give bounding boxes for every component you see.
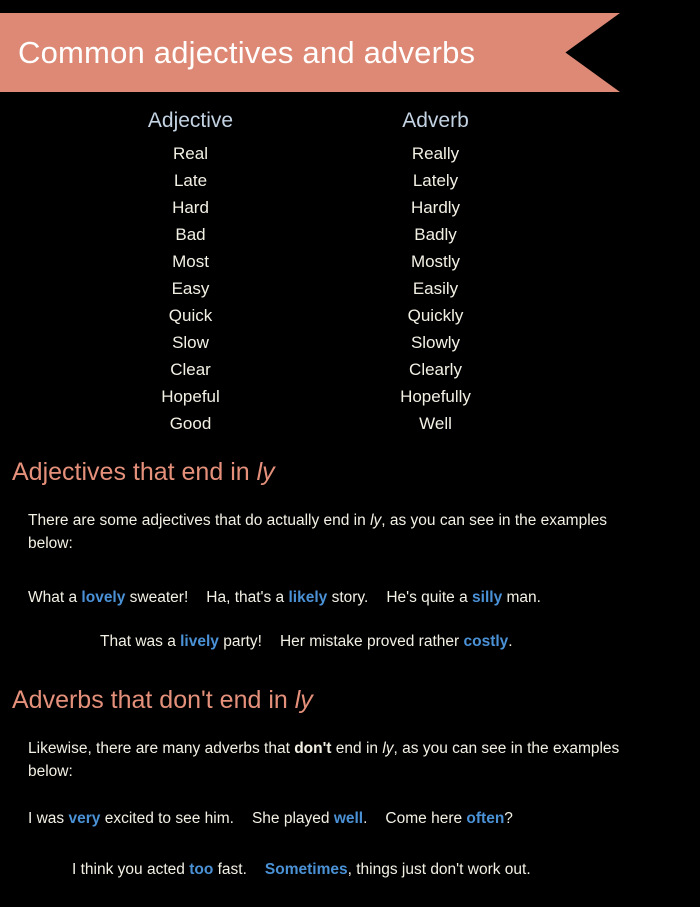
cell-adjective: Easy bbox=[171, 278, 210, 298]
column-header-adverb: Adverb bbox=[402, 109, 469, 132]
cell-adjective: Clear bbox=[170, 359, 211, 379]
example-highlight: very bbox=[68, 810, 101, 827]
para-italic: ly bbox=[370, 512, 382, 529]
cell-adverb: Well bbox=[419, 413, 452, 433]
example-post: . bbox=[363, 810, 368, 827]
table-row: Quick Quickly bbox=[0, 302, 700, 329]
para-part1: Likewise, there are many adverbs that bbox=[28, 740, 295, 757]
paragraph-adverbs: Likewise, there are many adverbs that do… bbox=[28, 737, 628, 783]
cell-adjective: Quick bbox=[168, 305, 213, 325]
example-post: story. bbox=[327, 589, 369, 606]
cell-adjective: Late bbox=[173, 170, 208, 190]
table-row: Real Really bbox=[0, 140, 700, 167]
example-pre: Ha, that's a bbox=[206, 589, 289, 606]
table-row: Easy Easily bbox=[0, 275, 700, 302]
example-highlight: lovely bbox=[81, 589, 126, 606]
example-pre: She played bbox=[251, 810, 334, 827]
heading-text-plain: Adverbs that don't end in bbox=[12, 686, 295, 714]
example-highlight: often bbox=[466, 810, 505, 827]
table-row: Clear Clearly bbox=[0, 356, 700, 383]
table-row: Good Well bbox=[0, 410, 700, 437]
example-pre: I think you acted bbox=[72, 861, 190, 878]
table-row: Hopeful Hopefully bbox=[0, 383, 700, 410]
example-pre: Her mistake proved rather bbox=[279, 633, 464, 650]
table-row: Slow Slowly bbox=[0, 329, 700, 356]
para-part1: There are some adjectives that do actual… bbox=[28, 512, 371, 529]
table-row: Late Lately bbox=[0, 167, 700, 194]
heading-text-plain: Adjectives that end in bbox=[12, 458, 257, 486]
example-post: sweater! bbox=[125, 589, 189, 606]
adjective-adverb-table: Adjective Adverb Real Really Late Lately… bbox=[0, 104, 700, 437]
example-highlight: lively bbox=[180, 633, 219, 650]
table-row: Most Mostly bbox=[0, 248, 700, 275]
ribbon-shape: Common adjectives and adverbs bbox=[0, 13, 620, 92]
cell-adverb: Quickly bbox=[407, 305, 464, 325]
table-header-row: Adjective Adverb bbox=[0, 104, 700, 140]
cell-adjective: Slow bbox=[172, 332, 209, 352]
para-part2: end in bbox=[331, 740, 383, 757]
example-post: man. bbox=[502, 589, 541, 606]
example-line-adverbs-1: I was very excited to see him. She played… bbox=[28, 810, 513, 828]
column-header-adjective: Adjective bbox=[147, 109, 234, 132]
example-highlight: silly bbox=[472, 589, 503, 606]
example-post: , things just don't work out. bbox=[347, 861, 531, 878]
example-post: fast. bbox=[213, 861, 247, 878]
cell-adjective: Hopeful bbox=[161, 386, 220, 406]
cell-adverb: Easily bbox=[412, 278, 459, 298]
example-highlight: costly bbox=[463, 633, 509, 650]
cell-adverb: Hopefully bbox=[400, 386, 471, 406]
cell-adverb: Clearly bbox=[409, 359, 462, 379]
example-highlight: Sometimes bbox=[264, 861, 348, 878]
example-pre: Come here bbox=[385, 810, 467, 827]
cell-adverb: Slowly bbox=[410, 332, 461, 352]
example-line-adjectives-1: What a lovely sweater! Ha, that's a likel… bbox=[28, 589, 541, 607]
cell-adjective: Most bbox=[172, 251, 209, 271]
example-post: excited to see him. bbox=[100, 810, 234, 827]
example-line-adjectives-2: That was a lively party! Her mistake prov… bbox=[100, 633, 513, 651]
paragraph-adjectives: There are some adjectives that do actual… bbox=[28, 509, 628, 555]
example-pre: What a bbox=[28, 589, 82, 606]
example-highlight: too bbox=[189, 861, 214, 878]
example-post: party! bbox=[218, 633, 262, 650]
example-pre: That was a bbox=[100, 633, 181, 650]
cell-adjective: Real bbox=[173, 143, 208, 163]
example-line-adverbs-2: I think you acted too fast. Sometimes, th… bbox=[72, 861, 531, 879]
para-italic: ly bbox=[382, 740, 394, 757]
cell-adverb: Badly bbox=[414, 224, 457, 244]
example-pre: He's quite a bbox=[386, 589, 473, 606]
heading-text-italic: ly bbox=[294, 686, 313, 714]
page-title: Common adjectives and adverbs bbox=[18, 34, 476, 70]
cell-adverb: Mostly bbox=[410, 251, 461, 271]
para-bold: don't bbox=[294, 740, 332, 757]
example-highlight: likely bbox=[288, 589, 328, 606]
cell-adverb: Hardly bbox=[410, 197, 461, 217]
cell-adjective: Bad bbox=[175, 224, 206, 244]
header-ribbon: Common adjectives and adverbs bbox=[0, 13, 620, 92]
heading-text-italic: ly bbox=[256, 458, 275, 486]
table-row: Hard Hardly bbox=[0, 194, 700, 221]
cell-adjective: Good bbox=[169, 413, 212, 433]
example-post: ? bbox=[504, 810, 513, 827]
example-highlight: well bbox=[333, 810, 364, 827]
section-heading-adjectives: Adjectives that end in ly bbox=[12, 458, 275, 487]
section-heading-adverbs: Adverbs that don't end in ly bbox=[12, 686, 313, 715]
cell-adverb: Lately bbox=[412, 170, 459, 190]
cell-adverb: Really bbox=[411, 143, 460, 163]
cell-adjective: Hard bbox=[172, 197, 209, 217]
table-row: Bad Badly bbox=[0, 221, 700, 248]
example-post: . bbox=[508, 633, 513, 650]
example-pre: I was bbox=[28, 810, 69, 827]
